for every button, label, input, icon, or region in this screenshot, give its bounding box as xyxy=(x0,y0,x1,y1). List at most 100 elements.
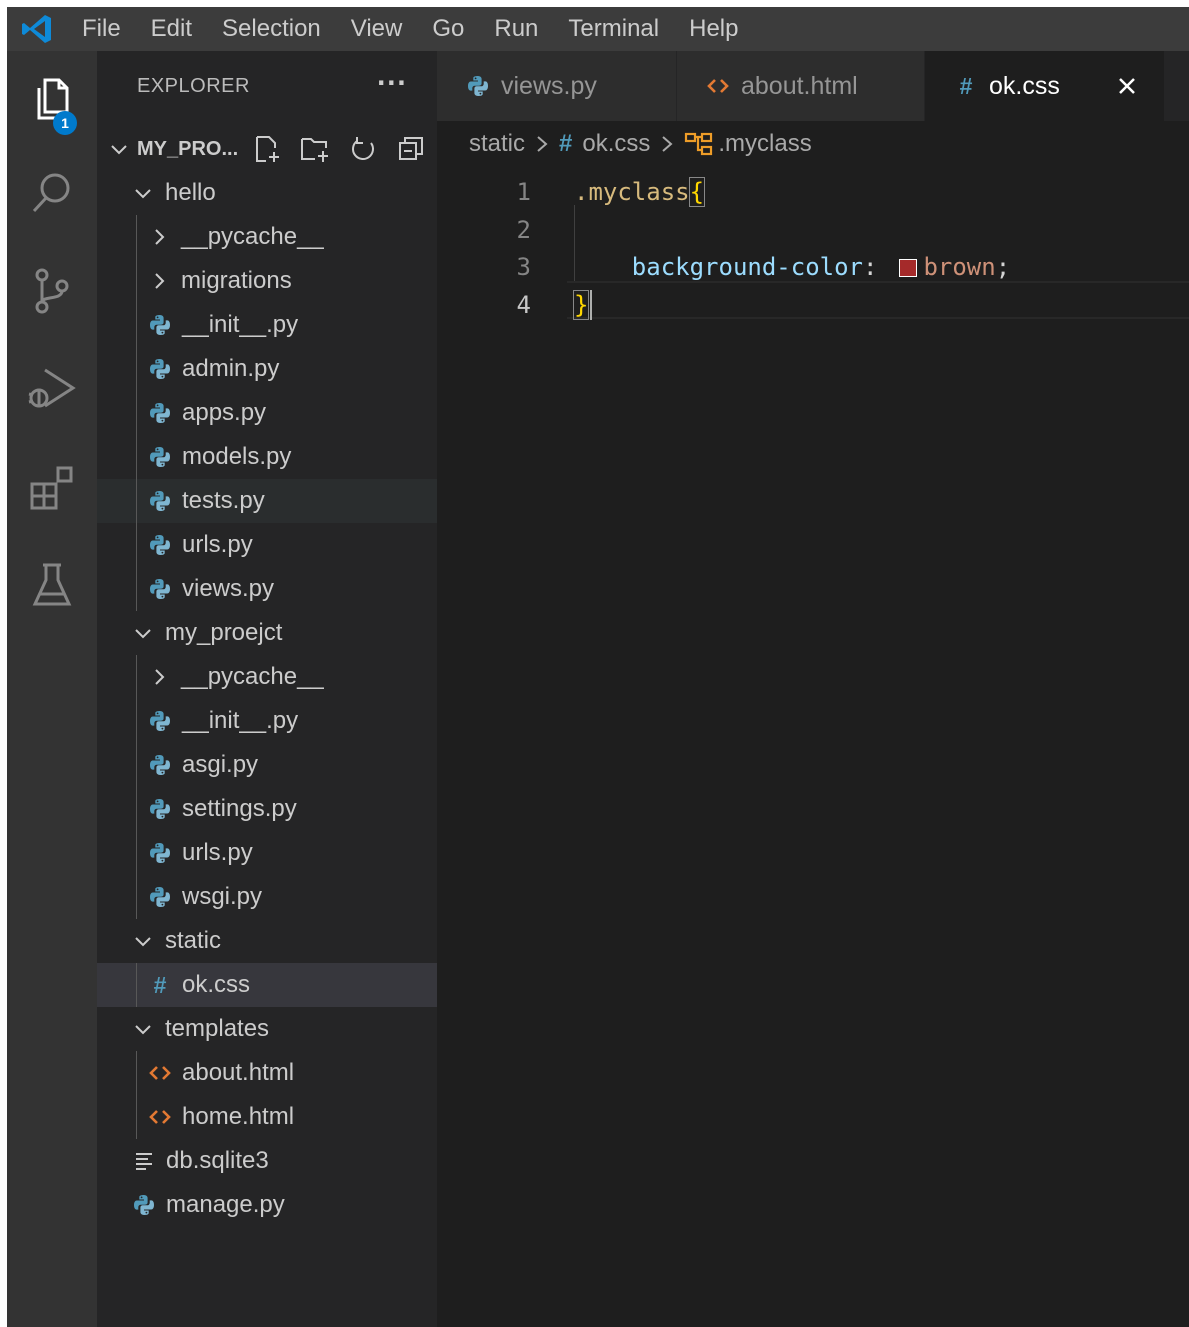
project-name: MY_PRO... xyxy=(137,137,239,160)
project-header[interactable]: MY_PRO... xyxy=(97,127,437,171)
menu-edit[interactable]: Edit xyxy=(136,7,207,51)
css-selector: .myclass xyxy=(574,178,690,206)
close-tab-icon[interactable] xyxy=(1112,71,1142,101)
code-line: 1 .myclass{ xyxy=(437,173,1189,211)
vscode-logo-icon xyxy=(7,7,67,51)
tree-file[interactable]: models.py xyxy=(97,435,437,479)
python-file-icon xyxy=(147,356,173,382)
python-file-icon xyxy=(131,1192,157,1218)
breadcrumb-symbol[interactable]: .myclass xyxy=(718,130,811,158)
explorer-header: EXPLORER ··· xyxy=(97,51,437,121)
activity-bar: 1 xyxy=(7,51,97,1327)
tree-item-label: templates xyxy=(165,1015,270,1042)
source-control-icon[interactable] xyxy=(7,251,97,331)
tab-label: views.py xyxy=(501,71,597,100)
css-file-icon: # xyxy=(559,130,573,157)
tree-item-label: home.html xyxy=(182,1103,295,1130)
tree-file[interactable]: wsgi.py xyxy=(97,875,437,919)
tab-about-html[interactable]: about.html xyxy=(677,51,925,121)
testing-icon[interactable] xyxy=(7,545,97,625)
tree-indent-guide xyxy=(136,215,137,611)
tree-folder[interactable]: my_proejct xyxy=(97,611,437,655)
tree-indent-guide xyxy=(136,655,137,919)
menu-help[interactable]: Help xyxy=(674,7,753,51)
collapse-all-icon[interactable] xyxy=(391,129,431,169)
code-editor[interactable]: 1 .myclass{ 2 3 background-color: brown; … xyxy=(437,167,1189,1327)
python-file-icon xyxy=(147,312,173,338)
explorer-title: EXPLORER xyxy=(137,74,250,97)
menu-go[interactable]: Go xyxy=(417,7,479,51)
menu-file[interactable]: File xyxy=(67,7,136,51)
css-file-icon: # xyxy=(153,971,167,998)
tree-folder[interactable]: __pycache__ xyxy=(97,655,437,699)
chevron-down-icon xyxy=(131,621,155,645)
open-brace: { xyxy=(688,177,706,207)
tree-file[interactable]: admin.py xyxy=(97,347,437,391)
tree-item-label: __init__.py xyxy=(182,311,299,338)
python-file-icon xyxy=(147,884,173,910)
tree-file[interactable]: tests.py xyxy=(97,479,437,523)
tree-folder[interactable]: hello xyxy=(97,171,437,215)
python-file-icon xyxy=(147,488,173,514)
code-line: 4 } xyxy=(437,286,1189,324)
tree-file[interactable]: urls.py xyxy=(97,831,437,875)
refresh-icon[interactable] xyxy=(343,129,383,169)
tree-item-label: views.py xyxy=(182,575,275,602)
tree-file[interactable]: db.sqlite3 xyxy=(97,1139,437,1183)
tree-item-label: urls.py xyxy=(182,531,253,558)
tree-item-label: __pycache__ xyxy=(181,663,324,690)
css-colon: : xyxy=(862,253,878,281)
tab-views-py[interactable]: views.py xyxy=(437,51,677,121)
tree-file[interactable]: __init__.py xyxy=(97,303,437,347)
breadcrumb-file[interactable]: ok.css xyxy=(582,130,650,158)
menu-selection[interactable]: Selection xyxy=(207,7,336,51)
tree-file[interactable]: urls.py xyxy=(97,523,437,567)
search-icon[interactable] xyxy=(7,153,97,233)
tree-file[interactable]: __init__.py xyxy=(97,699,437,743)
color-swatch[interactable] xyxy=(899,259,918,277)
explorer-sidebar: EXPLORER ··· MY_PRO... hello __pycache__… xyxy=(97,51,437,1327)
html-file-icon xyxy=(147,1104,173,1130)
tree-folder[interactable]: __pycache__ xyxy=(97,215,437,259)
line-number: 2 xyxy=(516,216,531,244)
tree-file[interactable]: # ok.css xyxy=(97,963,437,1007)
line-number: 4 xyxy=(516,291,531,319)
chevron-right-icon xyxy=(147,225,171,249)
tree-item-label: static xyxy=(165,927,222,954)
new-folder-icon[interactable] xyxy=(295,129,335,169)
python-file-icon xyxy=(147,444,173,470)
new-file-icon[interactable] xyxy=(247,129,287,169)
python-file-icon xyxy=(147,400,173,426)
tree-file[interactable]: asgi.py xyxy=(97,743,437,787)
menu-terminal[interactable]: Terminal xyxy=(553,7,674,51)
menu-run[interactable]: Run xyxy=(479,7,553,51)
tree-file[interactable]: apps.py xyxy=(97,391,437,435)
python-file-icon xyxy=(147,708,173,734)
tree-folder[interactable]: templates xyxy=(97,1007,437,1051)
menu-view[interactable]: View xyxy=(336,7,418,51)
css-file-icon: # xyxy=(959,72,973,99)
tree-item-label: models.py xyxy=(182,443,292,470)
tree-file[interactable]: home.html xyxy=(97,1095,437,1139)
more-actions-icon[interactable]: ··· xyxy=(377,69,407,97)
code-text: } xyxy=(572,290,590,320)
extensions-icon[interactable] xyxy=(7,447,97,527)
tab-ok-css[interactable]: # ok.css xyxy=(925,51,1165,121)
tree-file[interactable]: manage.py xyxy=(97,1183,437,1227)
tree-folder[interactable]: migrations xyxy=(97,259,437,303)
tree-file[interactable]: views.py xyxy=(97,567,437,611)
run-debug-icon[interactable] xyxy=(7,349,97,429)
explorer-icon[interactable]: 1 xyxy=(7,59,97,139)
tree-folder[interactable]: static xyxy=(97,919,437,963)
explorer-badge: 1 xyxy=(53,111,77,135)
tree-file[interactable]: about.html xyxy=(97,1051,437,1095)
close-brace: } xyxy=(572,290,590,320)
python-file-icon xyxy=(147,840,173,866)
python-file-icon xyxy=(147,796,173,822)
chevron-right-icon xyxy=(531,133,553,155)
code-text: .myclass{ xyxy=(574,177,706,207)
breadcrumb-folder[interactable]: static xyxy=(469,130,525,158)
tree-file[interactable]: settings.py xyxy=(97,787,437,831)
symbol-class-icon xyxy=(684,131,714,157)
